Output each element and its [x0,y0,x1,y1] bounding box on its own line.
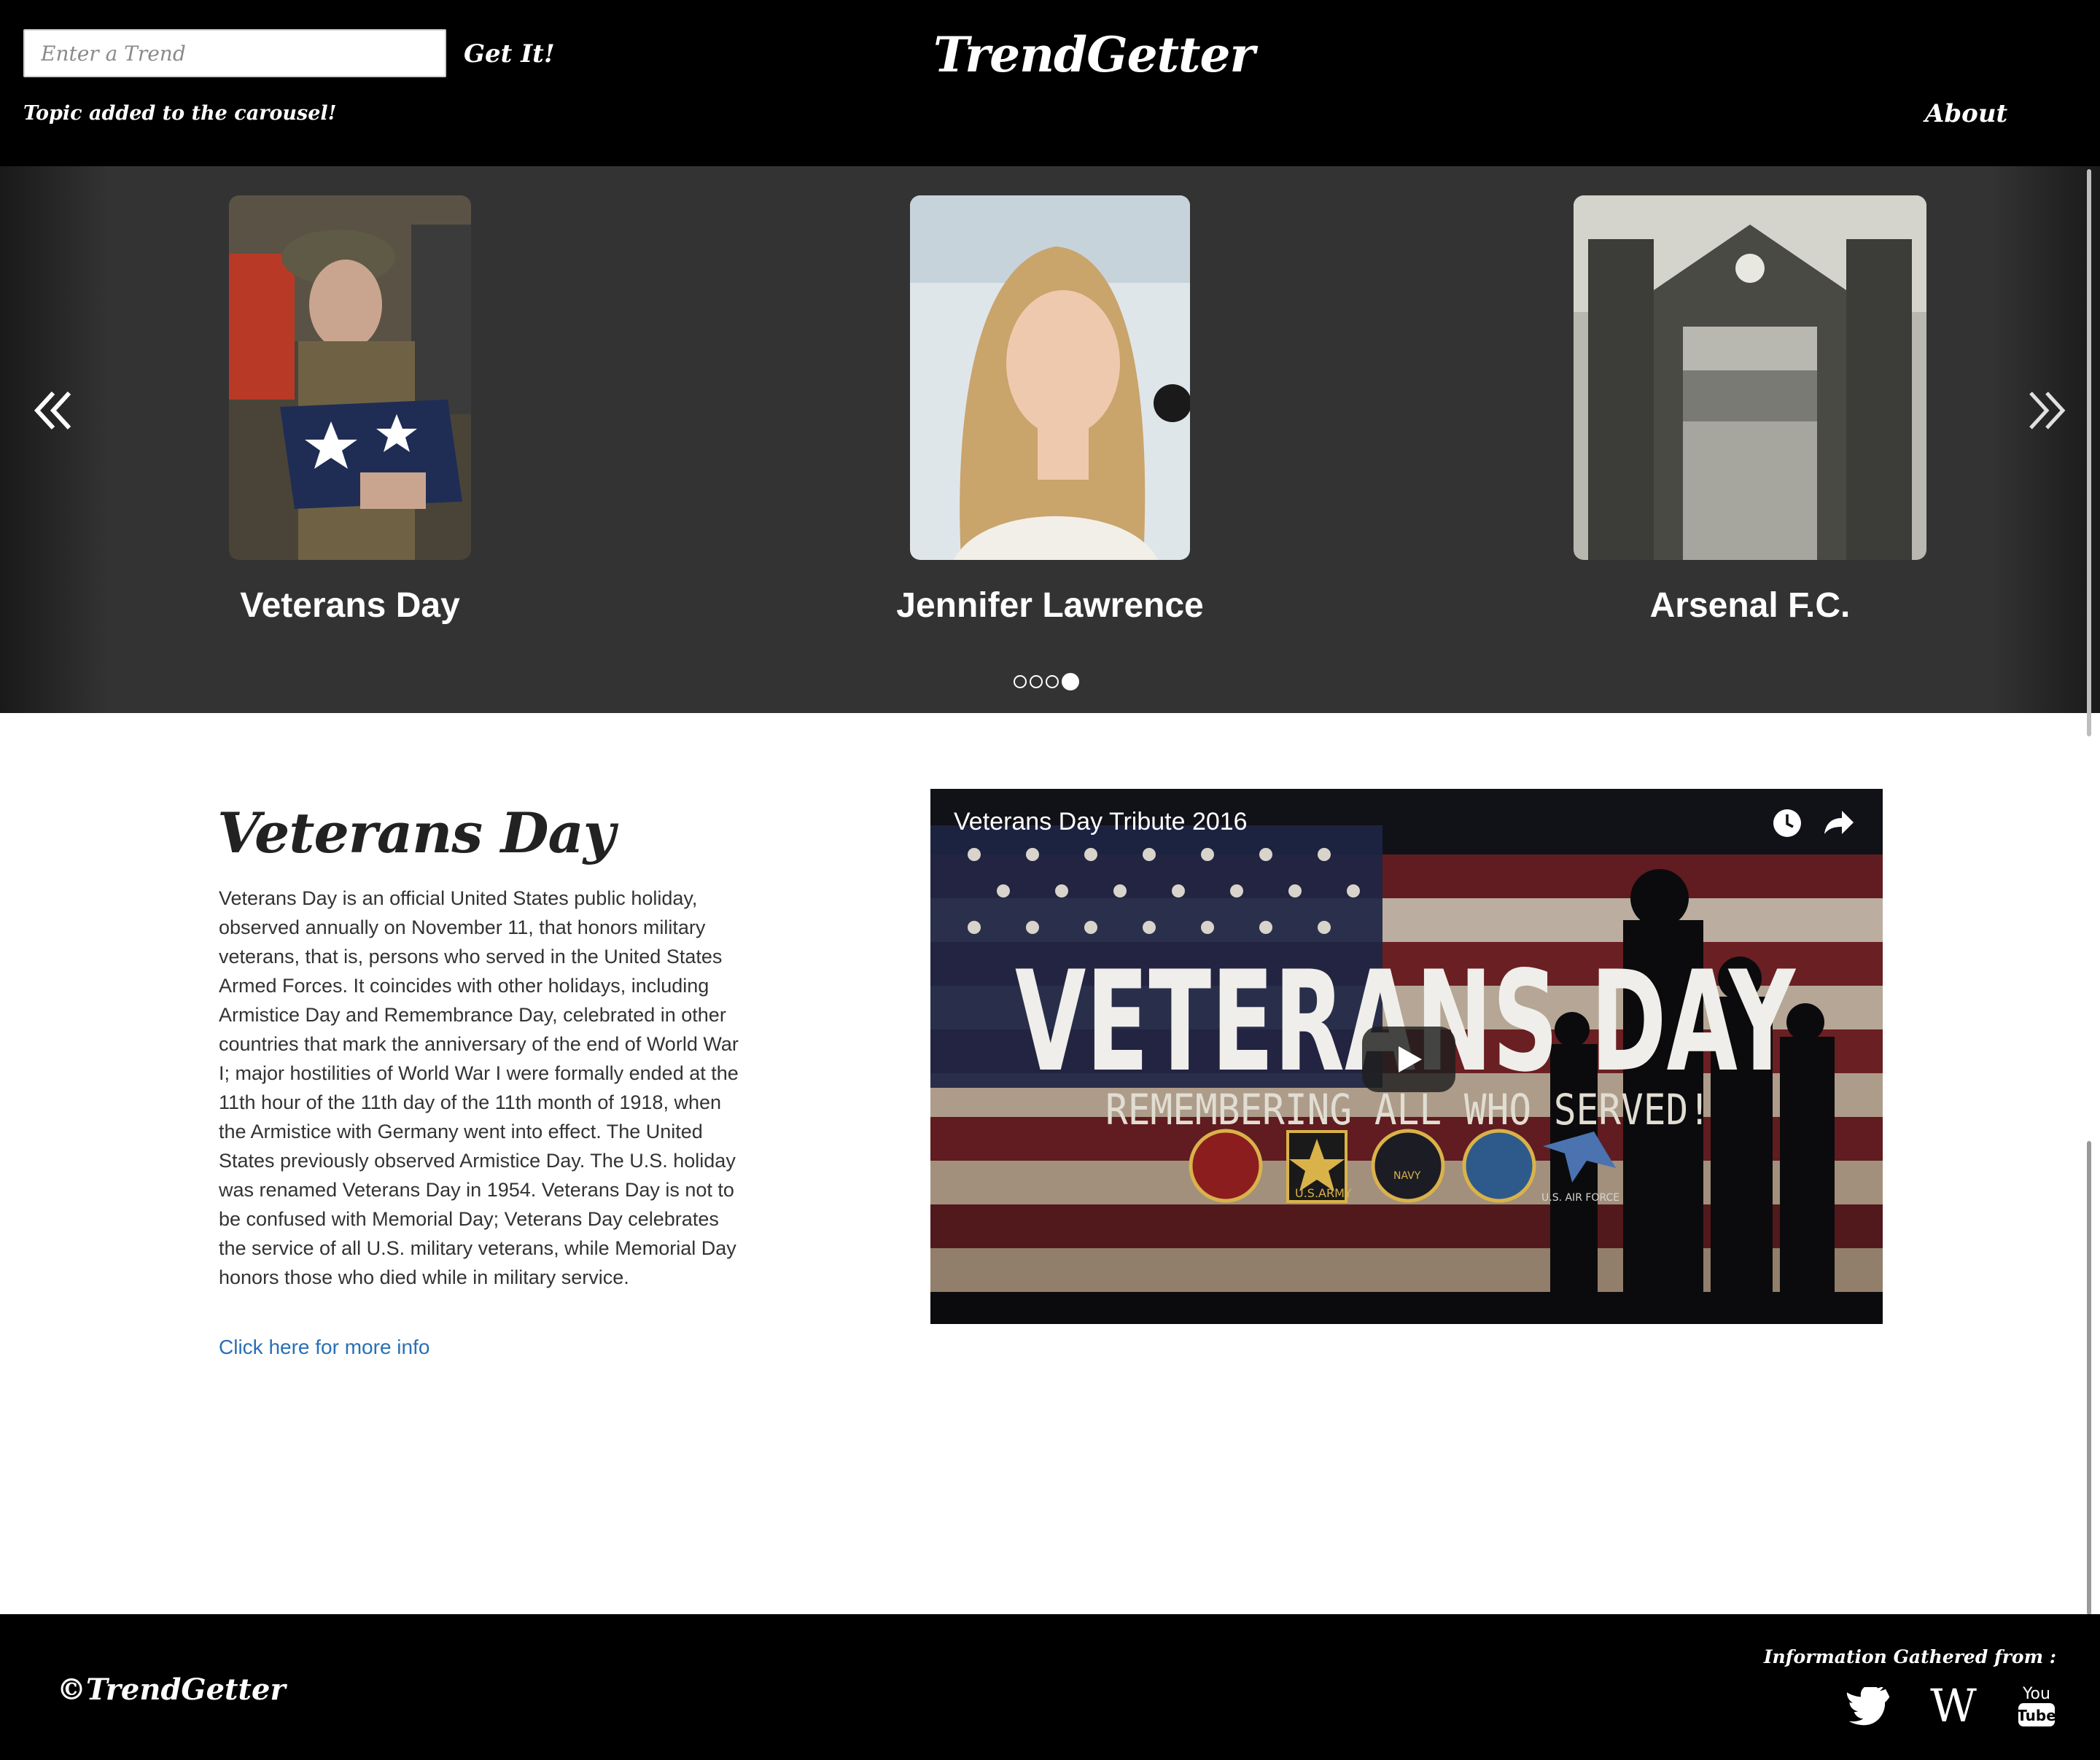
scrollbar-track-upper[interactable] [2087,169,2091,736]
topic-title: Veterans Day [217,801,615,865]
clock-icon[interactable] [1770,806,1804,840]
topic-description: Veterans Day is an official United State… [219,887,739,1288]
youtube-you-text: You [2022,1685,2050,1703]
double-chevron-left-icon [34,391,71,430]
video-title[interactable]: Veterans Day Tribute 2016 [954,808,1248,836]
double-chevron-right-icon [2029,392,2066,429]
veteran-photo [229,195,471,560]
thumbnail-navy-label: NAVY [1393,1170,1421,1182]
carousel-next-button[interactable] [2012,378,2078,443]
thumbnail-airforce-label: U.S. AIR FORCE [1541,1192,1619,1204]
footer: ©TrendGetter Information Gathered from :… [0,1614,2100,1760]
get-it-button[interactable]: Get It! [461,32,558,76]
play-icon [1399,1046,1422,1072]
trend-carousel: Veterans Day Jennifer Lawrence Arsenal F… [0,166,2100,713]
about-link[interactable]: About [1925,99,2007,128]
carousel-indicator-1[interactable] [1014,675,1027,688]
thumbnail-army-label: U.S.ARMY [1295,1186,1352,1200]
more-info-link[interactable]: Click here for more info [219,1336,429,1359]
slide-image-arsenal[interactable] [1574,195,1926,560]
carousel-prev-button[interactable] [22,378,88,443]
carousel-indicator-3[interactable] [1046,675,1059,688]
carousel-indicator-4[interactable] [1062,673,1079,690]
search-input[interactable] [23,29,446,77]
youtube-tube-text: Tube [2017,1707,2056,1724]
slide-caption: Arsenal F.C. [1649,586,1851,625]
slide-image-veterans-day[interactable] [229,195,471,560]
slide-caption: Veterans Day [240,586,460,625]
thumbnail-subline: REMEMBERING ALL WHO SERVED! [1105,1085,1711,1134]
slide-image-jennifer-lawrence[interactable] [910,195,1190,560]
footer-brand: ©TrendGetter [57,1673,286,1707]
carousel-indicator-2[interactable] [1030,675,1043,688]
carousel-indicators [1014,671,1086,693]
portrait-photo [910,195,1190,560]
share-arrow-icon[interactable] [1820,806,1856,840]
sources-label: Information Gathered from : [1763,1646,2056,1667]
status-message: Topic added to the carousel! [23,102,337,125]
arsenal-gate-photo [1574,195,1926,560]
twitter-bird-icon[interactable] [1846,1687,1890,1726]
scrollbar-thumb[interactable] [2087,1141,2091,1615]
play-button[interactable] [1362,1027,1455,1092]
video-player[interactable]: VETERANS DAY REMEMBERING ALL WHO SERVED!… [930,789,1883,1324]
slide-caption: Jennifer Lawrence [896,586,1204,625]
wikipedia-w-icon[interactable]: W [1922,1683,1985,1729]
youtube-icon[interactable]: You Tube [2017,1681,2056,1728]
brand-title[interactable]: TrendGetter [933,26,1255,83]
header: Get It! Topic added to the carousel! Tre… [0,0,2100,166]
